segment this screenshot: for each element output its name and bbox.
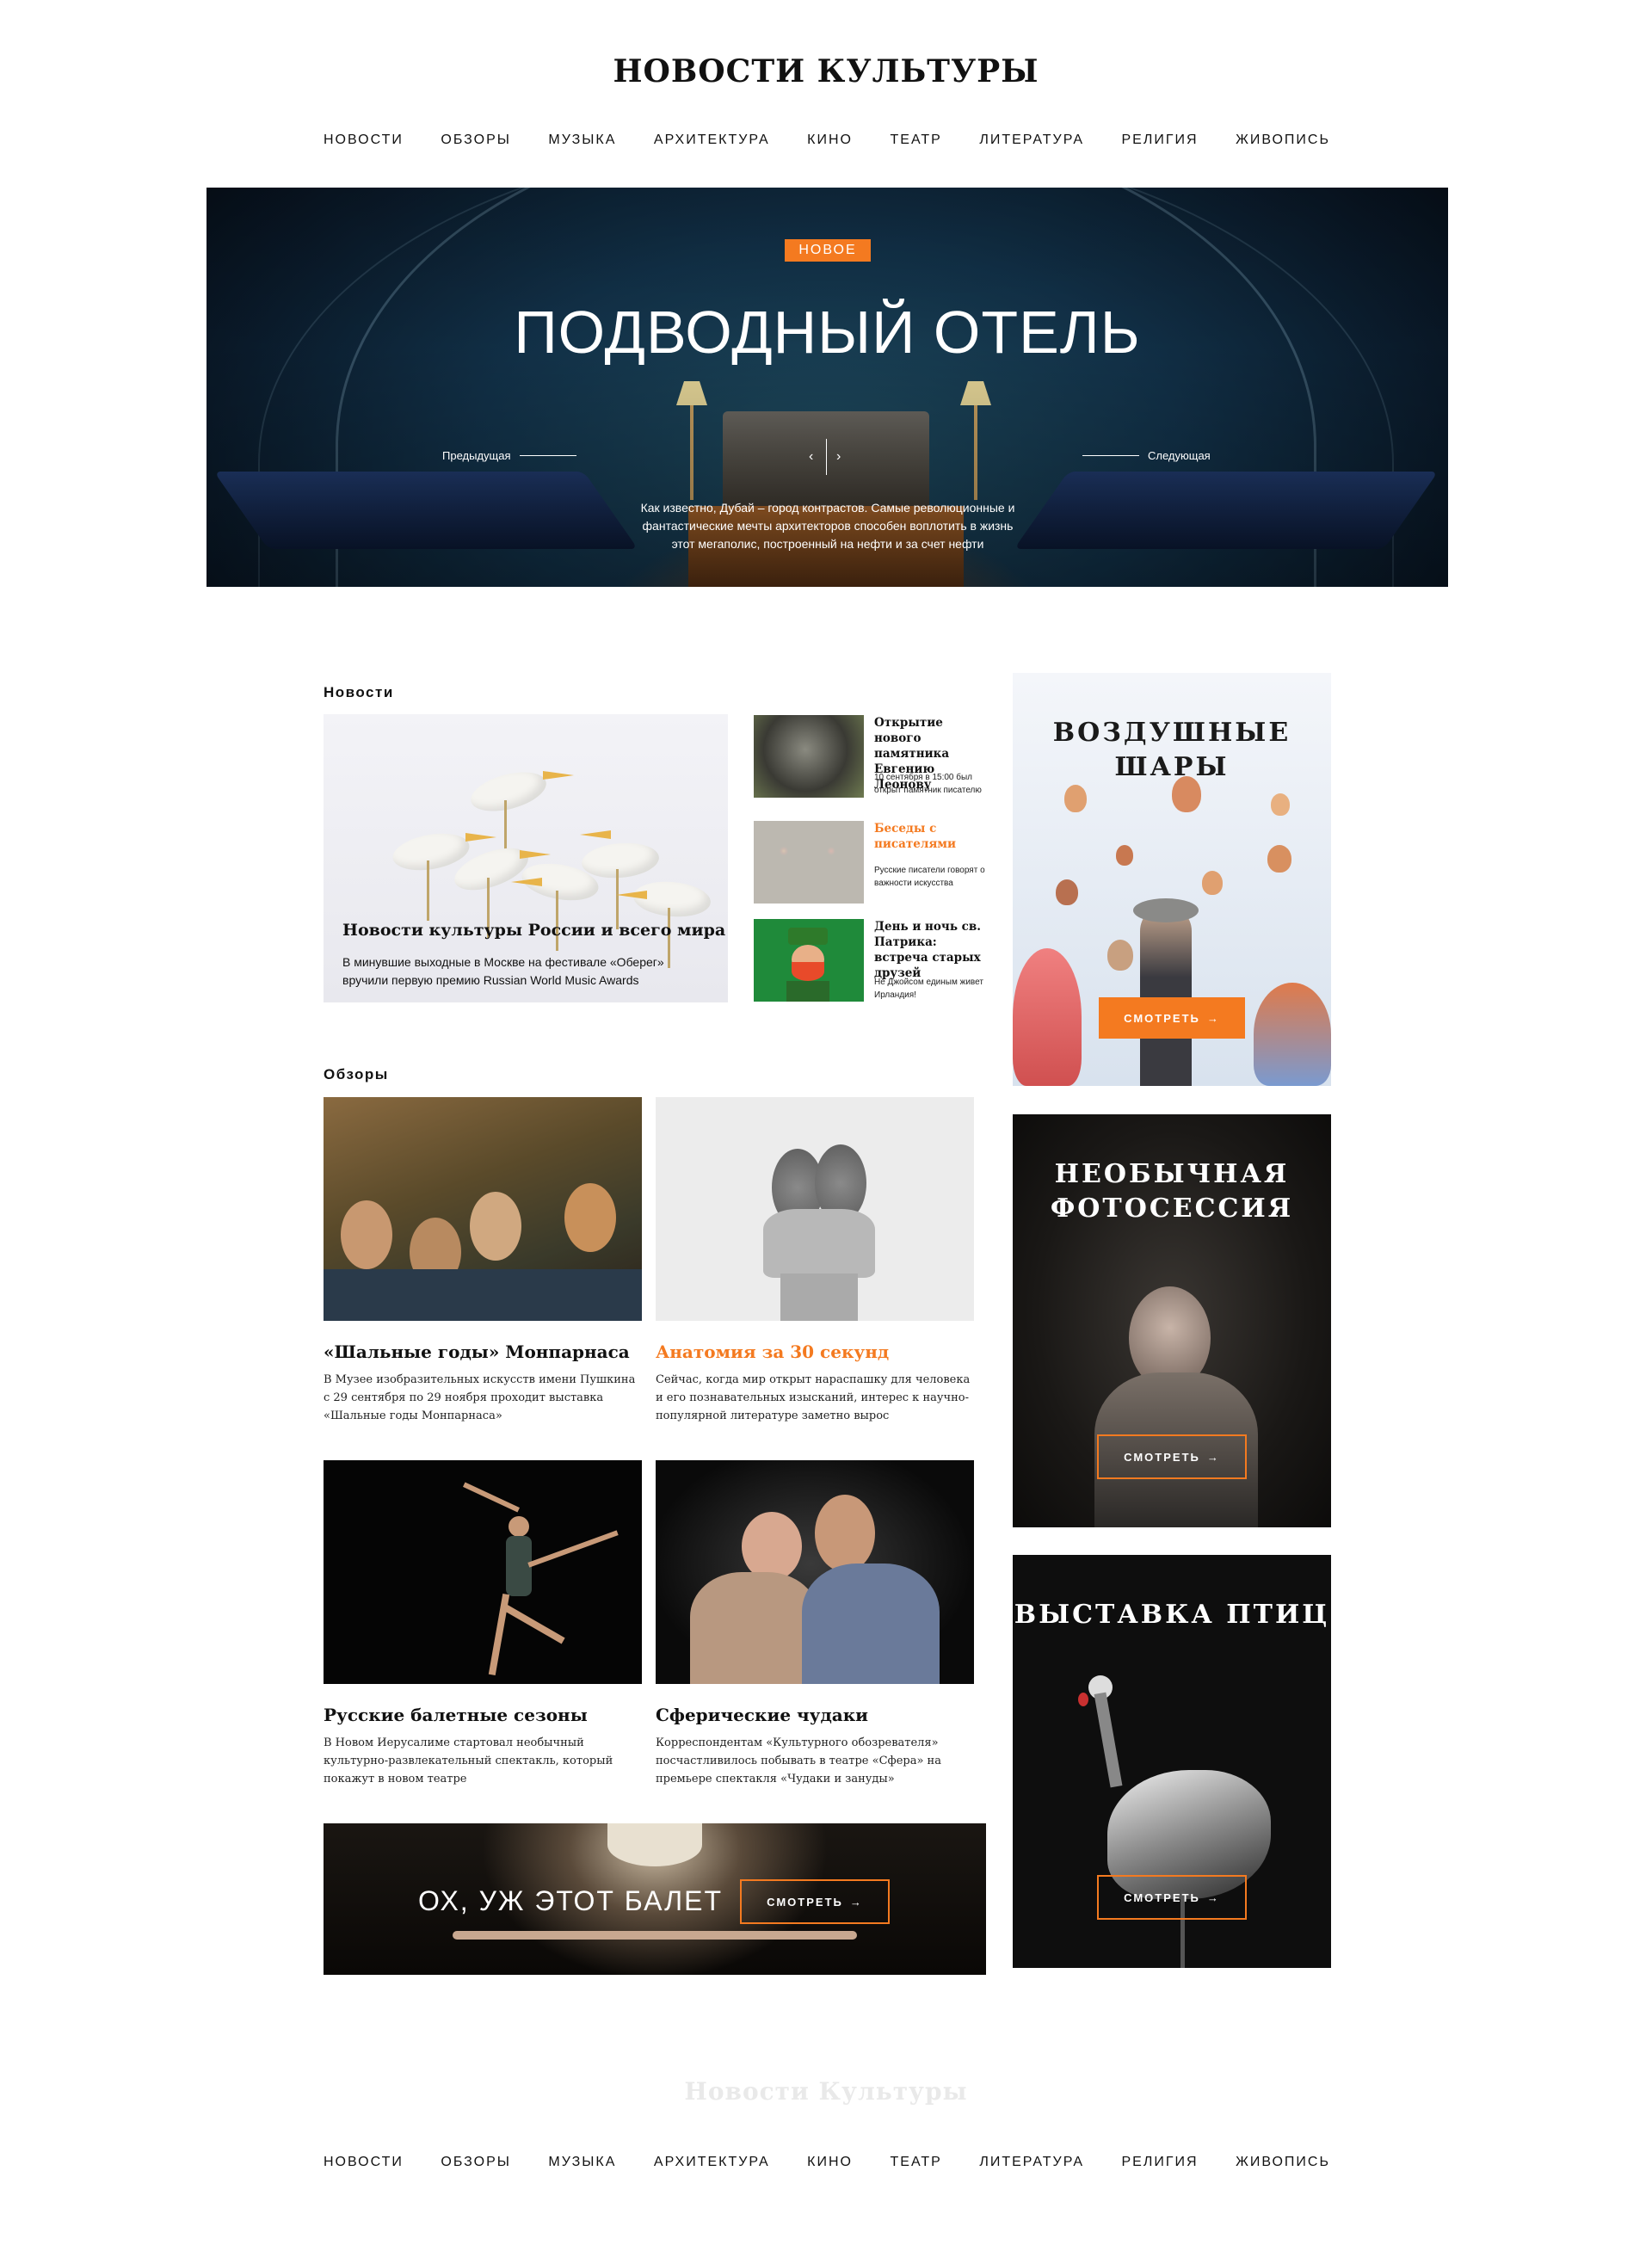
site-title[interactable]: НОВОСТИ КУЛЬТУРЫ xyxy=(0,53,1652,89)
news-item-subtitle: Русские писатели говорят о важности иску… xyxy=(874,866,985,888)
hero-arrow-divider xyxy=(826,439,827,475)
nav-item-news[interactable]: НОВОСТИ xyxy=(324,2155,404,2170)
ballet-banner-tutu xyxy=(607,1823,702,1866)
nav-item-literature[interactable]: ЛИТЕРАТУРА xyxy=(979,133,1084,148)
sidebar-card-title: ВОЗДУШНЫЕ ШАРЫ xyxy=(1052,718,1291,782)
news-main-title[interactable]: Новости культуры России и всего мира xyxy=(342,921,725,940)
news-main-description: В минувшие выходные в Москве на фестивал… xyxy=(342,955,664,987)
sidebar-card-birds[interactable]: ВЫСТАВКА ПТИЦ СМОТРЕТЬ → xyxy=(1013,1555,1331,1968)
sidebar-card-title: ВЫСТАВКА ПТИЦ xyxy=(1014,1600,1330,1630)
nav-item-reviews[interactable]: ОБЗОРЫ xyxy=(441,2155,511,2170)
nav-item-religion[interactable]: РЕЛИГИЯ xyxy=(1122,2155,1199,2170)
review-image-theatre xyxy=(656,1460,974,1684)
news-item-subtitle: Не Джойсом единым живет Ирландия! xyxy=(874,978,983,1000)
hero-prev-line xyxy=(519,455,576,456)
nav-item-architecture[interactable]: АРХИТЕКТУРА xyxy=(654,2155,770,2170)
photoshoot-watch-button[interactable]: СМОТРЕТЬ → xyxy=(1097,1434,1247,1479)
review-title[interactable]: Русские балетные сезоны xyxy=(324,1705,588,1725)
arrow-right-icon: → xyxy=(849,1895,863,1909)
news-item-subtitle: 10 сентября в 15:00 был открыт памятник … xyxy=(874,773,982,795)
nav-item-painting[interactable]: ЖИВОПИСЬ xyxy=(1236,2155,1330,2170)
nav-item-reviews[interactable]: ОБЗОРЫ xyxy=(441,133,511,148)
balloons-woman xyxy=(1140,905,1192,1086)
arrow-right-icon: → xyxy=(1206,1890,1220,1904)
hero-next-label: Следующая xyxy=(1148,449,1211,462)
crane-wattle xyxy=(1078,1693,1088,1706)
chevron-right-icon[interactable]: › xyxy=(836,449,841,465)
hero-slider: НОВОЕ ПОДВОДНЫЙ ОТЕЛЬ Предыдущая ‹ › Сле… xyxy=(206,188,1448,587)
hat-icon xyxy=(1133,898,1199,922)
hero-prev-label: Предыдущая xyxy=(442,449,511,462)
ballet-banner-dancer xyxy=(453,1931,857,1940)
review-card[interactable]: Сферические чудаки Корреспондентам «Куль… xyxy=(656,1460,974,1786)
review-description: Сейчас, когда мир открыт нараспашку для … xyxy=(656,1373,971,1422)
sidebar-card-title: НЕОБЫЧНАЯ ФОТОСЕССИЯ xyxy=(1050,1159,1294,1224)
nav-item-cinema[interactable]: КИНО xyxy=(807,2155,853,2170)
chevron-left-icon[interactable]: ‹ xyxy=(809,449,813,465)
nav-item-architecture[interactable]: АРХИТЕКТУРА xyxy=(654,133,770,148)
arrow-right-icon: → xyxy=(1206,1450,1220,1464)
hero-next-line xyxy=(1082,455,1139,456)
hero-next-link[interactable]: Следующая xyxy=(1082,449,1211,462)
nav-item-music[interactable]: МУЗЫКА xyxy=(548,2155,616,2170)
news-item[interactable]: Открытие нового памятника Евгению Леонов… xyxy=(754,715,986,798)
news-item-title[interactable]: День и ночь св. Патрика: встреча старых … xyxy=(874,919,990,981)
news-thumb-patrick xyxy=(754,919,864,1002)
birds-watch-button[interactable]: СМОТРЕТЬ → xyxy=(1097,1875,1247,1920)
hero-title[interactable]: ПОДВОДНЫЙ ОТЕЛЬ xyxy=(206,298,1448,367)
hero-badge: НОВОЕ xyxy=(785,239,871,262)
news-thumb-writers xyxy=(754,821,864,904)
nav-item-news[interactable]: НОВОСТИ xyxy=(324,133,404,148)
review-title[interactable]: Сферические чудаки xyxy=(656,1705,868,1725)
review-title[interactable]: Анатомия за 30 секунд xyxy=(656,1341,889,1362)
hero-arrows: ‹ › xyxy=(792,439,860,475)
review-image-hands xyxy=(656,1097,974,1321)
news-heading: Новости xyxy=(324,684,394,700)
arrow-right-icon: → xyxy=(1206,1011,1220,1025)
ballet-banner[interactable]: ОХ, УЖ ЭТОТ БАЛЕТ СМОТРЕТЬ → xyxy=(324,1823,986,1975)
nav-item-cinema[interactable]: КИНО xyxy=(807,133,853,148)
main-nav: НОВОСТИ ОБЗОРЫ МУЗЫКА АРХИТЕКТУРА КИНО Т… xyxy=(324,133,1330,148)
footer-title[interactable]: Новости Культуры xyxy=(0,2077,1652,2106)
hero-description: Как известно, Дубай – город контрастов. … xyxy=(640,501,1015,551)
sidebar-card-balloons[interactable]: ВОЗДУШНЫЕ ШАРЫ СМОТРЕТЬ → xyxy=(1013,673,1331,1086)
button-label: СМОТРЕТЬ xyxy=(767,1895,843,1909)
button-label: СМОТРЕТЬ xyxy=(1124,1890,1200,1904)
nav-item-literature[interactable]: ЛИТЕРАТУРА xyxy=(979,2155,1084,2170)
nav-item-religion[interactable]: РЕЛИГИЯ xyxy=(1122,133,1199,148)
review-card[interactable]: «Шальные годы» Монпарнаса В Музее изобра… xyxy=(324,1097,642,1422)
ballet-banner-text: ОХ, УЖ ЭТОТ БАЛЕТ xyxy=(418,1885,724,1916)
news-item-title[interactable]: Беседы с писателями xyxy=(874,821,990,852)
review-description: В Новом Иерусалиме стартовал необычный к… xyxy=(324,1736,613,1786)
review-card[interactable]: Анатомия за 30 секунд Сейчас, когда мир … xyxy=(656,1097,974,1422)
button-label: СМОТРЕТЬ xyxy=(1124,1450,1200,1464)
sidebar-card-photoshoot[interactable]: НЕОБЫЧНАЯ ФОТОСЕССИЯ СМОТРЕТЬ → xyxy=(1013,1114,1331,1527)
review-description: В Музее изобразительных искусств имени П… xyxy=(324,1373,636,1422)
news-main-card[interactable]: Новости культуры России и всего мира В м… xyxy=(324,714,728,1002)
review-description: Корреспондентам «Культурного обозревател… xyxy=(656,1736,941,1786)
review-title[interactable]: «Шальные годы» Монпарнаса xyxy=(324,1341,630,1362)
nav-item-theatre[interactable]: ТЕАТР xyxy=(891,133,942,148)
button-label: СМОТРЕТЬ xyxy=(1124,1011,1200,1025)
review-image-painting xyxy=(324,1097,642,1321)
ballet-watch-button[interactable]: СМОТРЕТЬ → xyxy=(740,1879,890,1924)
news-item[interactable]: Беседы с писателями Русские писатели гов… xyxy=(754,821,986,904)
hero-prev-link[interactable]: Предыдущая xyxy=(442,449,576,462)
footer-nav: НОВОСТИ ОБЗОРЫ МУЗЫКА АРХИТЕКТУРА КИНО Т… xyxy=(324,2155,1330,2170)
nav-item-music[interactable]: МУЗЫКА xyxy=(548,133,616,148)
crane-neck xyxy=(1094,1692,1123,1788)
balloons-watch-button[interactable]: СМОТРЕТЬ → xyxy=(1099,997,1245,1039)
news-thumb-monument xyxy=(754,715,864,798)
nav-item-painting[interactable]: ЖИВОПИСЬ xyxy=(1236,133,1330,148)
review-image-ballet xyxy=(324,1460,642,1684)
reviews-heading: Обзоры xyxy=(324,1066,389,1082)
review-card[interactable]: Русские балетные сезоны В Новом Иерусали… xyxy=(324,1460,642,1786)
news-item[interactable]: День и ночь св. Патрика: встреча старых … xyxy=(754,919,986,1002)
nav-item-theatre[interactable]: ТЕАТР xyxy=(891,2155,942,2170)
